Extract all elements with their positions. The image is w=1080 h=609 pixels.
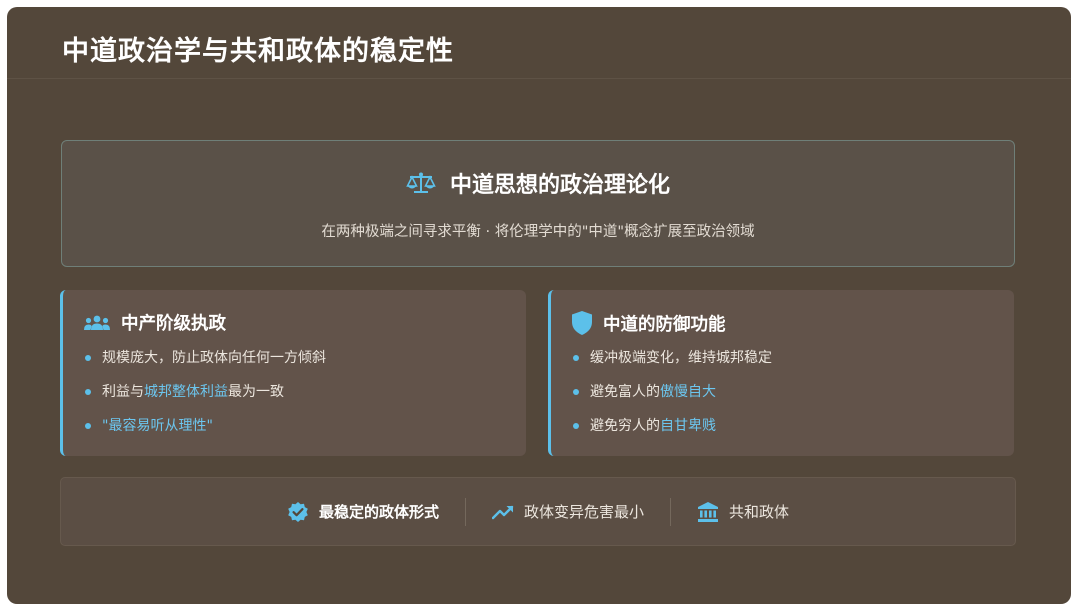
page-title: 中道政治学与共和政体的稳定性 [62,36,454,67]
card-heading: 中产阶级执政 [83,310,226,335]
list-item: 利益与城邦整体利益最为一致 [85,380,326,414]
summary-label: 共和政体 [729,503,790,521]
title-divider [7,78,1071,79]
card-list: 缓冲极端变化，维持城邦稳定 避免富人的傲慢自大 避免穷人的自甘卑贱 [573,346,772,448]
list-item: 避免穷人的自甘卑贱 [573,414,772,448]
list-text: 利益与 [102,384,144,400]
highlighted-text: "最容易听从理性" [102,418,213,434]
card-middle-class: 中产阶级执政 规模庞大，防止政体向任何一方倾斜 利益与城邦整体利益最为一致 "最容易… [60,290,526,456]
card-defense-function: 中道的防御功能 缓冲极端变化，维持城邦稳定 避免富人的傲慢自大 避免穷人的自甘卑贱 [548,290,1014,456]
summary-label: 最稳定的政体形式 [318,503,439,521]
summary-item-variation: 政体变异危害最小 [466,501,670,522]
people-group-icon [83,314,111,332]
list-text: 避免穷人的 [590,418,660,434]
shield-icon [571,310,593,336]
hero-heading: 中道思想的政治理论化 [62,167,1014,199]
highlighted-text: 傲慢自大 [660,384,716,400]
slide: 中道政治学与共和政体的稳定性 中道思想的政治理论化 在两种极端之间寻求平衡 · … [7,7,1071,604]
list-item: "最容易听从理性" [85,414,326,448]
bullet-dot [85,355,91,361]
bullet-dot [85,423,91,429]
hero-title: 中道思想的政治理论化 [449,172,670,198]
trending-chart-icon [491,504,514,520]
verified-badge-icon [287,501,309,523]
summary-item-republic: 共和政体 [671,501,815,523]
bullet-dot [573,423,579,429]
list-item: 规模庞大，防止政体向任何一方倾斜 [85,346,326,380]
highlighted-text: 自甘卑贱 [660,418,716,434]
summary-bar: 最稳定的政体形式 政体变异危害最小 共和政体 [60,477,1016,546]
institution-building-icon [697,501,719,523]
list-item: 缓冲极端变化，维持城邦稳定 [573,346,772,380]
highlighted-text: 城邦整体利益 [144,384,228,400]
hero-subtitle: 在两种极端之间寻求平衡 · 将伦理学中的"中道"概念扩展至政治领域 [321,224,755,240]
list-text: 规模庞大，防止政体向任何一方倾斜 [102,350,326,366]
bullet-dot [573,355,579,361]
hero-panel: 中道思想的政治理论化 在两种极端之间寻求平衡 · 将伦理学中的"中道"概念扩展至… [61,140,1015,267]
list-text: 缓冲极端变化，维持城邦稳定 [590,350,772,366]
card-list: 规模庞大，防止政体向任何一方倾斜 利益与城邦整体利益最为一致 "最容易听从理性" [85,346,326,448]
list-text: 避免富人的 [590,384,660,400]
summary-item-stable: 最稳定的政体形式 [261,501,465,523]
list-text: 最为一致 [228,384,284,400]
bullet-dot [85,389,91,395]
card-heading: 中道的防御功能 [571,310,726,336]
card-title: 中产阶级执政 [121,314,226,334]
card-title: 中道的防御功能 [603,314,726,335]
bullet-dot [573,389,579,395]
list-item: 避免富人的傲慢自大 [573,380,772,414]
summary-label: 政体变异危害最小 [523,503,644,521]
balance-scale-icon [406,171,436,195]
